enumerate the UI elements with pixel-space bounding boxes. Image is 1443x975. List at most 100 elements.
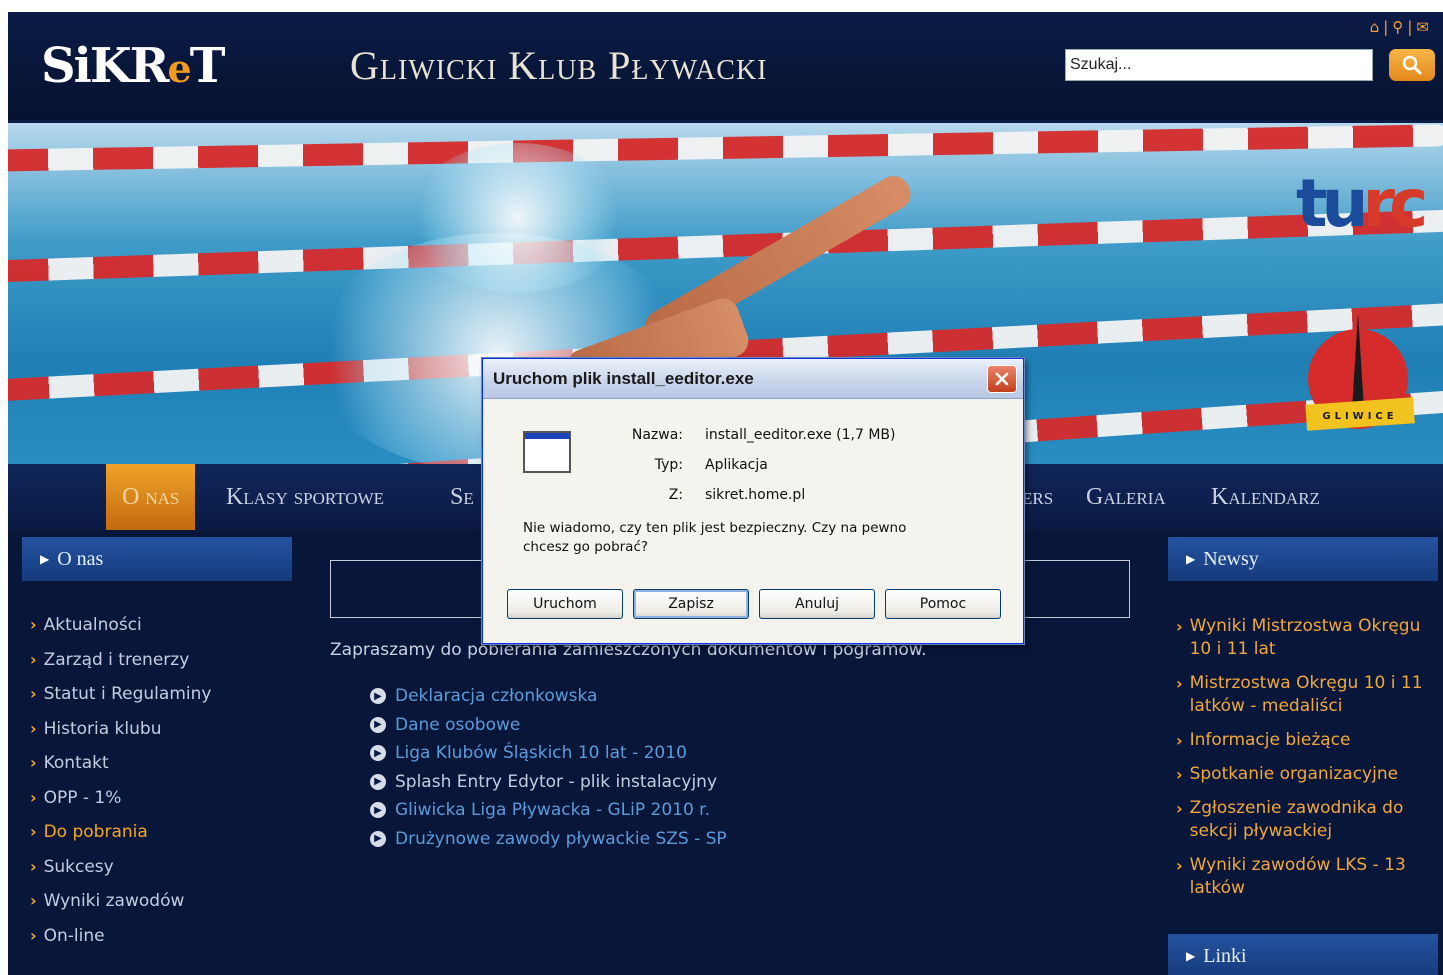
sidebar-item-label: Wyniki zawodów (43, 891, 185, 911)
news-item-label: Informacje bieżące (1189, 730, 1351, 750)
nav-item-kalendarz[interactable]: Kalendarz (1211, 464, 1320, 530)
document-link[interactable]: ▶ Splash Entry Edytor - plik instalacyjny (370, 768, 727, 797)
run-button[interactable]: Uruchom (507, 589, 623, 619)
logo-text-part: T (189, 38, 226, 94)
info-label: Typ: (654, 457, 683, 473)
nav-item-klasy-sportowe[interactable]: Klasy sportowe (226, 464, 384, 530)
chevron-right-icon: › (1176, 799, 1183, 818)
chevron-right-icon: › (30, 925, 37, 945)
sidebar-item-label: Sukcesy (43, 856, 114, 877)
save-button[interactable]: Zapisz (633, 589, 749, 619)
dialog-body: Nazwa: install_eeditor.exe (1,7 MB) Typ:… (483, 399, 1023, 643)
sidebar-item-do-pobrania[interactable]: › Do pobrania (30, 822, 211, 857)
sidebar-item-wyniki[interactable]: › Wyniki zawodów (30, 891, 211, 926)
chevron-right-icon: › (1176, 674, 1183, 693)
info-value: install_eeditor.exe (1,7 MB) (705, 427, 896, 443)
news-item-label: Wyniki Mistrzostwa Okręgu 10 i 11 lat (1189, 616, 1421, 659)
news-item[interactable]: › Mistrzostwa Okręgu 10 i 11 latków - med… (1176, 672, 1438, 718)
document-label: Splash Entry Edytor - plik instalacyjny (395, 771, 718, 792)
site-title: Gliwicki Klub Pływacki (350, 43, 768, 88)
dialog-titlebar[interactable]: Uruchom plik install_eeditor.exe (483, 359, 1023, 399)
chevron-right-icon: › (30, 787, 37, 807)
document-label: Drużynowe zawody pływackie SZS - SP (395, 828, 727, 849)
sikret-logo[interactable]: SiKReT (41, 38, 226, 94)
document-link[interactable]: ▶ Drużynowe zawody pływackie SZS - SP (370, 825, 727, 854)
info-label: Z: (668, 487, 683, 503)
file-download-dialog: Uruchom plik install_eeditor.exe Nazwa: … (482, 358, 1024, 644)
sidebar-item-label: Zarząd i trenerzy (43, 649, 190, 670)
sidebar-item-aktualnosci[interactable]: › Aktualności (30, 615, 211, 650)
document-link[interactable]: ▶ Gliwicka Liga Pływacka - GLiP 2010 r. (370, 796, 727, 825)
chevron-right-icon: › (1176, 765, 1183, 784)
news-item[interactable]: › Wyniki zawodów LKS - 13 latków (1176, 854, 1438, 900)
document-label: Liga Klubów Śląskich 10 lat - 2010 (395, 743, 687, 764)
mail-icon[interactable]: ✉ (1416, 18, 1429, 36)
arrow-bullet-icon: ▶ (370, 773, 386, 790)
chevron-right-icon: › (1176, 856, 1183, 875)
document-link[interactable]: ▶ Deklaracja członkowska (370, 682, 727, 711)
help-button[interactable]: Pomoc (885, 589, 1001, 619)
document-link[interactable]: ▶ Liga Klubów Śląskich 10 lat - 2010 (370, 739, 727, 768)
sidebar-item-statut[interactable]: › Statut i Regulaminy (30, 684, 211, 719)
home-icon[interactable]: ⌂ (1370, 18, 1380, 36)
info-value: sikret.home.pl (705, 487, 806, 503)
separator: | (1407, 18, 1413, 36)
search-icon (1402, 55, 1422, 75)
logo-text-part: SiKR (41, 38, 170, 94)
news-item[interactable]: › Informacje bieżące (1176, 729, 1438, 752)
document-link[interactable]: ▶ Dane osobowe (370, 711, 727, 740)
news-item[interactable]: › Zgłoszenie zawodnika do sekcji pływacki… (1176, 797, 1438, 843)
triangle-right-icon: ▶ (40, 551, 50, 566)
news-item-label: Spotkanie organizacyjne (1189, 764, 1399, 784)
document-label: Gliwicka Liga Pływacka - GLiP 2010 r. (395, 800, 711, 821)
left-sidebar-header: ▶ O nas (22, 537, 292, 581)
chevron-right-icon: › (30, 753, 37, 772)
sitemap-icon[interactable]: ⚲ (1392, 18, 1403, 36)
dialog-title: Uruchom plik install_eeditor.exe (493, 369, 754, 388)
sidebar-item-label: Aktualności (43, 615, 142, 635)
close-icon (995, 372, 1009, 386)
search-button[interactable] (1389, 49, 1435, 81)
info-value: Aplikacja (705, 457, 768, 473)
info-label: Nazwa: (631, 427, 683, 443)
page: SiKReT Gliwicki Klub Pływacki ⌂|⚲|✉ turc… (8, 12, 1443, 975)
left-sidebar-menu: › Aktualności › Zarząd i trenerzy › Statut … (30, 615, 211, 960)
sidebar-item-historia[interactable]: › Historia klubu (30, 719, 211, 754)
turc-logo-text: rc (1362, 165, 1429, 242)
news-item-label: Mistrzostwa Okręgu 10 i 11 latków - meda… (1189, 673, 1423, 716)
dialog-close-button[interactable] (987, 365, 1017, 393)
cancel-button[interactable]: Anuluj (759, 589, 875, 619)
sidebar-item-label: Statut i Regulaminy (43, 684, 212, 704)
search-input[interactable] (1065, 49, 1373, 81)
nav-item-galeria[interactable]: Galeria (1086, 464, 1166, 530)
nav-item-partnerzy[interactable]: ers (1022, 464, 1053, 530)
top-icons: ⌂ | ⚲ | ✉ (1368, 18, 1431, 36)
nav-item-o-nas[interactable]: O nas (106, 464, 196, 530)
document-label: Deklaracja członkowska (395, 686, 598, 707)
chevron-right-icon: › (30, 891, 37, 910)
sidebar-item-label: On-line (43, 925, 105, 946)
sidebar-item-label: Kontakt (43, 753, 109, 773)
chevron-right-icon: › (30, 718, 37, 738)
left-sidebar-title: O nas (57, 547, 104, 570)
news-list: › Wyniki Mistrzostwa Okręgu 10 i 11 lat ›… (1176, 615, 1438, 911)
site-header: SiKReT Gliwicki Klub Pływacki ⌂ | ⚲ | ✉ (8, 12, 1443, 120)
nav-item-sekcje[interactable]: Se (450, 464, 474, 530)
sidebar-item-sukcesy[interactable]: › Sukcesy (30, 857, 211, 892)
sidebar-item-on-line[interactable]: › On-line (30, 926, 211, 961)
sidebar-item-zarzad[interactable]: › Zarząd i trenerzy (30, 650, 211, 685)
sidebar-item-opp[interactable]: › OPP - 1% (30, 788, 211, 823)
chevron-right-icon: › (30, 615, 37, 634)
separator: | (1383, 18, 1389, 36)
arrow-bullet-icon: ▶ (370, 716, 386, 733)
lane-rope (8, 124, 1443, 172)
arrow-bullet-icon: ▶ (370, 830, 386, 847)
chevron-right-icon: › (30, 649, 37, 669)
news-item-label: Wyniki zawodów LKS - 13 latków (1189, 855, 1406, 898)
dialog-question: Nie wiadomo, czy ten plik jest bezpieczn… (523, 520, 907, 555)
news-item[interactable]: › Wyniki Mistrzostwa Okręgu 10 i 11 lat (1176, 615, 1438, 661)
sidebar-item-kontakt[interactable]: › Kontakt (30, 753, 211, 788)
links-title: Linki (1203, 944, 1247, 967)
news-item[interactable]: › Spotkanie organizacyjne (1176, 763, 1438, 786)
turc-logo: turc (1296, 165, 1429, 242)
